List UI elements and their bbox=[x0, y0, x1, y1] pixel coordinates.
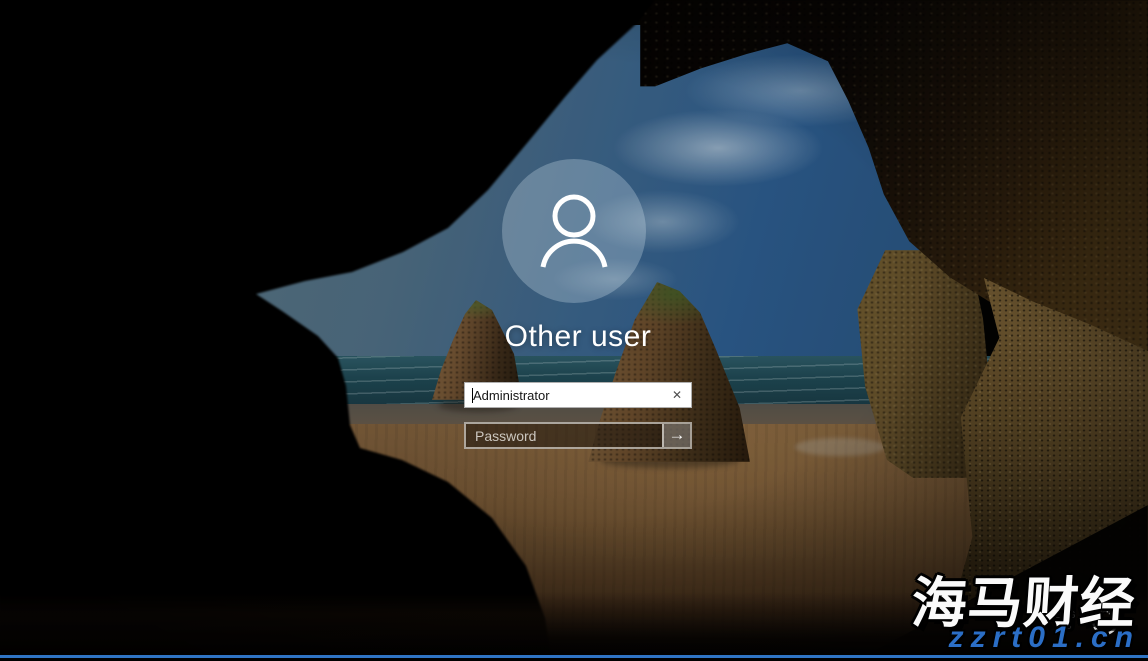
password-input[interactable] bbox=[466, 424, 662, 447]
language-region-label: US bbox=[1053, 621, 1076, 632]
user-avatar bbox=[502, 159, 646, 303]
submit-arrow-icon[interactable]: → bbox=[662, 424, 690, 447]
bottom-blue-rule bbox=[0, 655, 1148, 658]
other-user-label: Other user bbox=[434, 320, 722, 354]
windows-login-screen: Other user ✕ → ENG US 海马财经 zzrt01.cn bbox=[0, 0, 1148, 661]
login-form: Other user ✕ → bbox=[0, 0, 1148, 661]
user-icon bbox=[502, 159, 646, 303]
username-input[interactable] bbox=[465, 383, 691, 407]
language-indicator[interactable]: ENG US bbox=[1053, 610, 1076, 632]
rotate-arrow-icon[interactable] bbox=[1086, 604, 1122, 640]
clear-username-icon[interactable]: ✕ bbox=[668, 383, 686, 407]
username-field[interactable]: ✕ bbox=[464, 382, 692, 408]
text-caret bbox=[472, 388, 473, 403]
password-field[interactable]: → bbox=[464, 422, 692, 449]
